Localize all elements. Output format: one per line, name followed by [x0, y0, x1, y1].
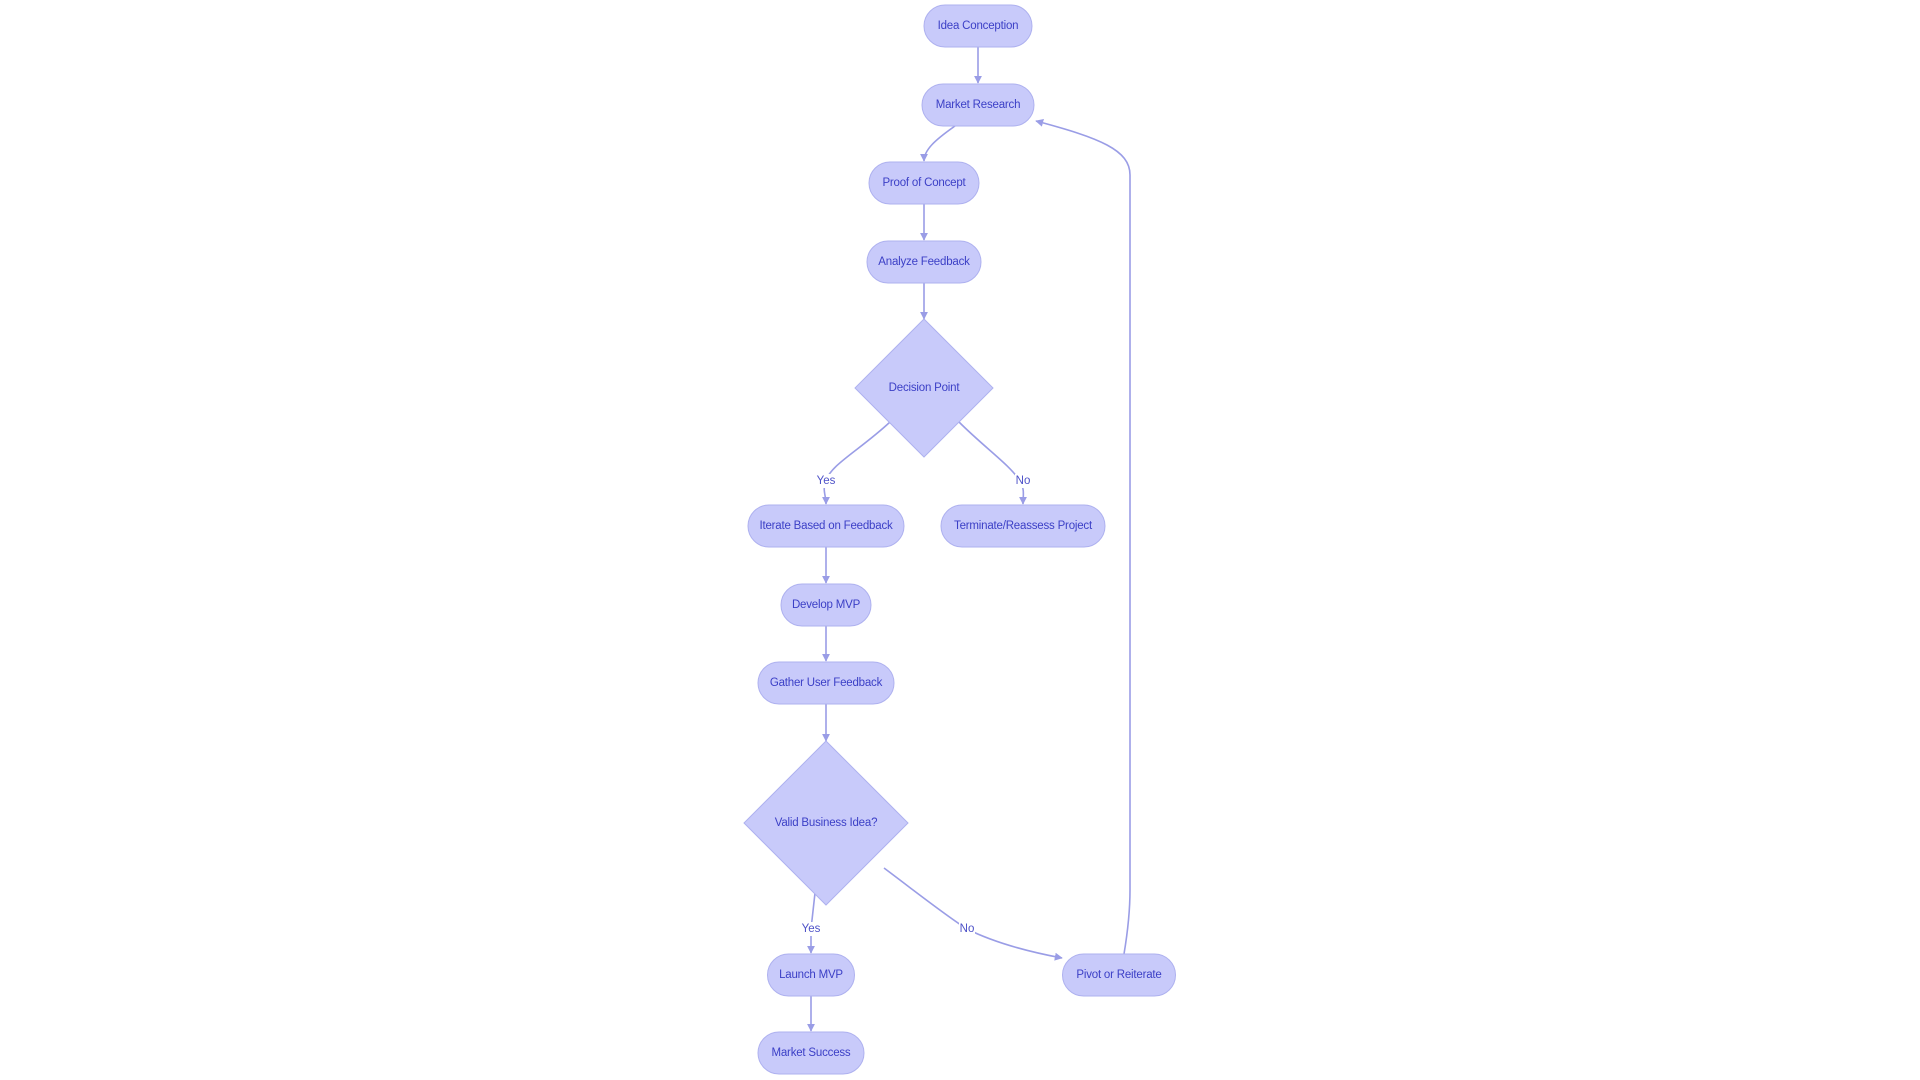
- node-label: Market Research: [936, 99, 1021, 111]
- node-gather[interactable]: Gather User Feedback: [757, 661, 895, 705]
- edge-label-valid-to-launch: Yes: [799, 922, 823, 936]
- edge-label-valid-to-pivot: No: [959, 922, 975, 936]
- node-label: Launch MVP: [779, 969, 843, 981]
- edge-label-decision-to-terminate: No: [1015, 474, 1031, 488]
- node-iterate[interactable]: Iterate Based on Feedback: [747, 504, 905, 548]
- node-label: Valid Business Idea?: [775, 817, 878, 829]
- edge-label-text: No: [960, 923, 975, 935]
- node-launch[interactable]: Launch MVP: [767, 953, 855, 997]
- node-label: Develop MVP: [792, 599, 861, 611]
- node-analyze[interactable]: Analyze Feedback: [866, 240, 982, 284]
- edge-label-text: Yes: [802, 923, 821, 935]
- node-label: Proof of Concept: [882, 177, 966, 189]
- node-label: Gather User Feedback: [770, 677, 883, 689]
- nodes-layer: Idea Conception Market Research Proof of C…: [743, 4, 1176, 1075]
- edge-decision-to-iterate: [821, 421, 891, 505]
- node-label: Pivot or Reiterate: [1076, 969, 1161, 981]
- node-terminate[interactable]: Terminate/Reassess Project: [940, 504, 1106, 548]
- edge-label-text: Yes: [817, 475, 836, 487]
- node-poc[interactable]: Proof of Concept: [868, 161, 980, 205]
- node-mvp[interactable]: Develop MVP: [780, 583, 872, 627]
- node-pivot[interactable]: Pivot or Reiterate: [1062, 953, 1176, 997]
- node-decision[interactable]: Decision Point: [854, 318, 994, 458]
- flowchart-diagram: Idea Conception Market Research Proof of C…: [743, 4, 1176, 1075]
- node-success[interactable]: Market Success: [757, 1031, 865, 1075]
- edge-decision-to-terminate: [958, 421, 1028, 505]
- edge-label-text: No: [1016, 475, 1031, 487]
- node-label: Idea Conception: [938, 20, 1019, 32]
- node-label: Decision Point: [889, 382, 961, 394]
- node-valid[interactable]: Valid Business Idea?: [743, 740, 909, 906]
- edge-valid-to-pivot: [883, 867, 1063, 961]
- node-label: Terminate/Reassess Project: [954, 520, 1093, 532]
- node-research[interactable]: Market Research: [921, 83, 1035, 127]
- edge-research-to-poc: [920, 125, 956, 162]
- node-label: Market Success: [771, 1047, 850, 1059]
- flowchart-canvas: Idea Conception Market Research Proof of C…: [0, 0, 1920, 1080]
- node-label: Analyze Feedback: [878, 256, 970, 268]
- node-idea[interactable]: Idea Conception: [923, 4, 1033, 48]
- edge-label-decision-to-iterate: Yes: [814, 474, 838, 488]
- node-label: Iterate Based on Feedback: [759, 520, 893, 532]
